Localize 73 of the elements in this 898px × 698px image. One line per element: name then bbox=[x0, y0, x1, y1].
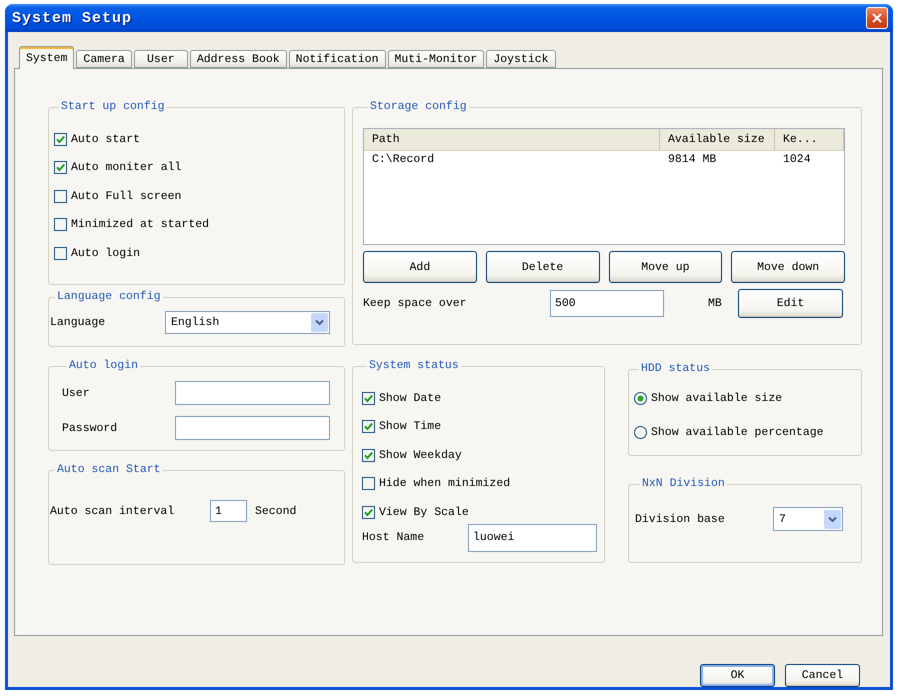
radio-label: Show available percentage bbox=[651, 426, 824, 438]
radio-label: Show available size bbox=[651, 392, 782, 404]
text-input-field[interactable] bbox=[175, 381, 330, 405]
checkbox-label: Hide when minimized bbox=[379, 477, 510, 490]
division-dropdown[interactable]: 7 bbox=[773, 507, 843, 531]
window-title: System Setup bbox=[12, 10, 132, 26]
table-cell-text: 9814 MB bbox=[667, 152, 718, 168]
checkbox[interactable] bbox=[54, 132, 67, 146]
interval-input-field[interactable]: 1 bbox=[210, 500, 247, 522]
checkbox-label: Show Weekday bbox=[379, 448, 462, 462]
column-header[interactable]: Ke... bbox=[775, 129, 844, 151]
checkbox[interactable] bbox=[54, 246, 67, 260]
language-dropdown[interactable]: English bbox=[165, 311, 330, 334]
checkbox[interactable] bbox=[54, 190, 67, 203]
dialog-button[interactable]: OK bbox=[700, 664, 775, 687]
edit-button[interactable]: Edit bbox=[738, 289, 843, 318]
group-title: Storage config bbox=[369, 100, 468, 114]
group-title: Auto login bbox=[68, 359, 140, 373]
field-label: User bbox=[62, 386, 91, 400]
checkbox-label: Show Date bbox=[379, 392, 442, 405]
checkbox[interactable] bbox=[362, 392, 375, 405]
tab[interactable]: User bbox=[134, 50, 188, 68]
unit-label: MB bbox=[707, 297, 723, 310]
checkbox-label: Auto start bbox=[71, 132, 140, 146]
column-header[interactable]: Path bbox=[364, 129, 660, 151]
field-label: Host Name bbox=[362, 531, 426, 544]
group-title: HDD status bbox=[640, 362, 712, 376]
table-cell-text: C:\Record bbox=[371, 152, 436, 168]
unit-label: Second bbox=[255, 504, 296, 518]
checkbox-label: Auto moniter all bbox=[71, 161, 182, 174]
group-title: Language config bbox=[56, 290, 162, 304]
dialog-button[interactable]: Cancel bbox=[785, 664, 860, 687]
group-title: Start up config bbox=[60, 100, 166, 114]
storage-button[interactable]: Move down bbox=[731, 251, 845, 283]
storage-button[interactable]: Add bbox=[363, 251, 477, 283]
host-name-field[interactable]: luowei bbox=[468, 524, 597, 552]
field-label: Keep space over bbox=[363, 297, 468, 310]
storage-button[interactable]: Move up bbox=[608, 251, 722, 283]
tab[interactable]: Muti-Monitor bbox=[388, 50, 484, 68]
tab[interactable]: Notification bbox=[288, 50, 386, 68]
space-input-field[interactable]: 500 bbox=[550, 290, 664, 317]
field-label: Password bbox=[62, 422, 118, 434]
group-title: NxN Division bbox=[641, 477, 726, 491]
checkbox[interactable] bbox=[54, 218, 67, 232]
checkbox[interactable] bbox=[54, 161, 67, 174]
checkbox-label: Minimized at started bbox=[71, 218, 210, 232]
field-label: Auto scan interval bbox=[50, 504, 176, 518]
storage-button[interactable]: Delete bbox=[486, 251, 600, 283]
checkbox-label: View By Scale bbox=[379, 506, 469, 519]
tab[interactable]: System bbox=[19, 46, 74, 69]
chevron-down-icon[interactable] bbox=[311, 313, 328, 332]
tab[interactable]: Camera bbox=[76, 50, 132, 68]
checkbox[interactable] bbox=[362, 506, 375, 519]
tab[interactable]: Joystick bbox=[486, 50, 556, 68]
group-title: System status bbox=[368, 359, 460, 373]
radio-button[interactable] bbox=[634, 426, 647, 438]
table-cell-text: 1024 bbox=[782, 152, 812, 168]
text-input-field[interactable] bbox=[175, 416, 330, 440]
close-button[interactable] bbox=[866, 7, 888, 29]
chevron-down-icon[interactable] bbox=[824, 510, 841, 528]
checkbox[interactable] bbox=[362, 448, 375, 462]
radio-button[interactable] bbox=[634, 392, 647, 404]
checkbox-label: Auto login bbox=[71, 246, 140, 260]
field-label: Division base bbox=[635, 512, 726, 526]
close-icon bbox=[872, 13, 882, 23]
tab[interactable]: Address Book bbox=[190, 50, 287, 68]
checkbox-label: Auto Full screen bbox=[71, 190, 182, 203]
field-label: Language bbox=[50, 316, 106, 329]
checkbox[interactable] bbox=[362, 420, 375, 434]
column-header[interactable]: Available size bbox=[660, 129, 775, 151]
group-title: Auto scan Start bbox=[56, 463, 162, 477]
checkbox[interactable] bbox=[362, 477, 375, 490]
checkbox-label: Show Time bbox=[379, 420, 442, 434]
